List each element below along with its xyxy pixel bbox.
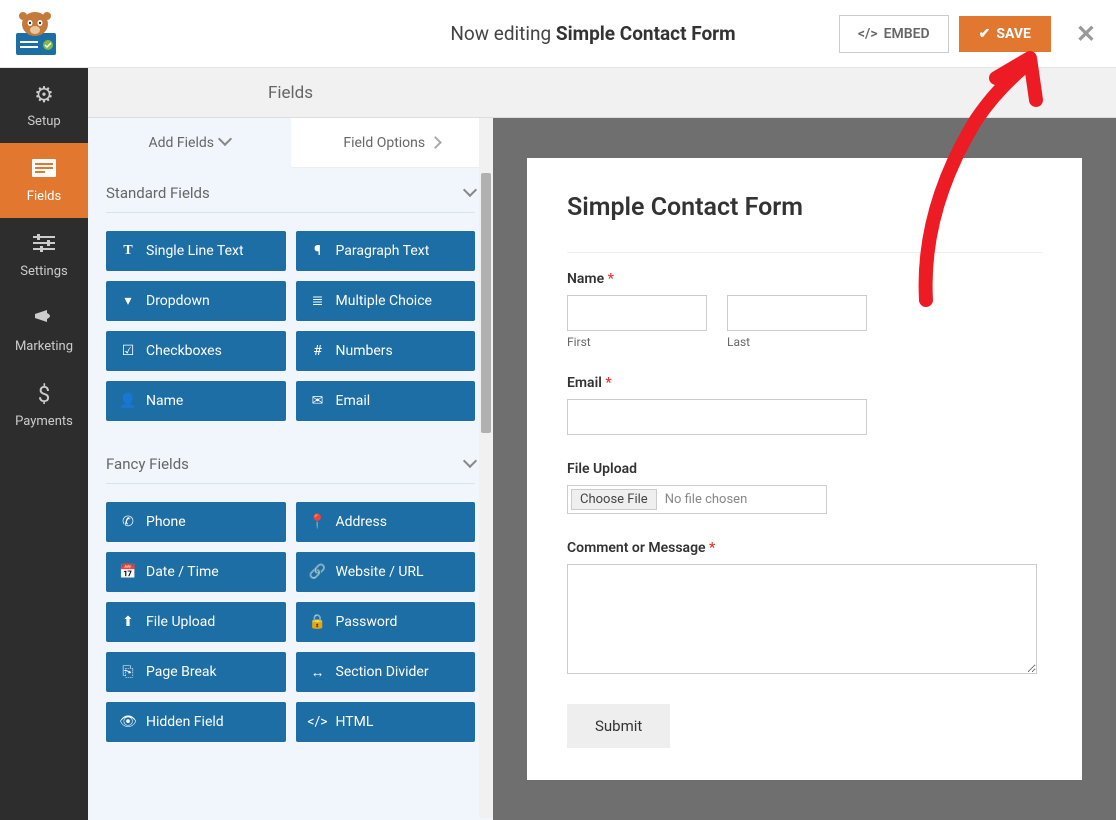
field-label: Email [336,393,371,409]
field-label: Dropdown [146,293,210,309]
field-label: Phone [146,514,186,530]
nav-marketing[interactable]: Marketing [0,293,88,368]
field-address[interactable]: 📍 Address [296,502,476,542]
choose-file-button[interactable]: Choose File [571,489,657,510]
text-icon: T [120,243,136,259]
pagebreak-icon: ⎘ [120,664,136,680]
gear-icon: ⚙ [34,83,54,108]
preview-header [493,68,1116,118]
comment-textarea[interactable] [567,564,1037,674]
nav-fields[interactable]: Fields [0,143,88,218]
field-label: Multiple Choice [336,293,432,309]
field-name[interactable]: 👤 Name [106,381,286,421]
numbers-icon: # [310,343,326,359]
field-checkboxes[interactable]: ☑ Checkboxes [106,331,286,371]
close-icon[interactable]: ✕ [1076,20,1096,48]
section-icon: ↔ [310,664,326,680]
panel-header: Fields [88,68,493,118]
field-email[interactable]: ✉ Email [296,381,476,421]
section-standard-fields[interactable]: Standard Fields [106,168,475,213]
field-dropdown[interactable]: ▾ Dropdown [106,281,286,321]
code-icon: </> [858,26,878,42]
field-label: Password [336,614,398,630]
field-page-break[interactable]: ⎘ Page Break [106,652,286,692]
multiple-choice-icon: ≣ [310,293,326,309]
field-label: Hidden Field [146,714,224,730]
email-label: Email * [567,375,1042,391]
html-icon: </> [310,714,326,730]
nav-payments[interactable]: $ Payments [0,368,88,443]
field-website-url[interactable]: 🔗 Website / URL [296,552,476,592]
check-icon: ✔ [979,26,991,42]
chevron-right-icon [431,135,440,151]
field-phone[interactable]: ✆ Phone [106,502,286,542]
field-label: Website / URL [336,564,424,580]
embed-button[interactable]: </> EMBED [839,15,949,53]
address-icon: 📍 [310,514,326,530]
bullhorn-icon [33,307,55,333]
tab-add-fields[interactable]: Add Fields [88,118,291,168]
field-file-upload[interactable]: ⬆ File Upload [106,602,286,642]
field-label: Section Divider [336,664,429,680]
section-fancy-fields[interactable]: Fancy Fields [106,439,475,484]
form-preview-area: Simple Contact Form Name * First Last [493,118,1116,820]
chevron-down-icon [465,184,475,202]
field-label: Page Break [146,664,217,680]
name-icon: 👤 [120,393,136,409]
name-label: Name * [567,271,1042,287]
field-label: HTML [336,714,374,730]
field-label: Checkboxes [146,343,222,359]
form-title: Simple Contact Form [567,193,1042,253]
nav-settings[interactable]: Settings [0,218,88,293]
no-file-text: No file chosen [665,492,748,507]
chevron-down-icon [220,134,230,151]
email-input[interactable] [567,399,867,435]
field-date-time[interactable]: 📅 Date / Time [106,552,286,592]
field-password[interactable]: 🔒 Password [296,602,476,642]
hidden-icon: 👁 [120,714,136,730]
left-nav: ⚙ Setup Fields Settings Marketing $ Paym… [0,68,88,820]
app-logo [0,0,70,68]
field-label: Numbers [336,343,393,359]
comment-label: Comment or Message * [567,540,1042,556]
field-label: Address [336,514,387,530]
save-button[interactable]: ✔ SAVE [959,16,1051,52]
tab-field-options[interactable]: Field Options [291,118,494,168]
field-label: Name [146,393,183,409]
last-name-input[interactable] [727,295,867,331]
form-icon [32,158,56,183]
field-multiple-choice[interactable]: ≣ Multiple Choice [296,281,476,321]
phone-icon: ✆ [120,514,136,530]
first-sublabel: First [567,335,707,349]
dollar-icon: $ [38,383,50,408]
scrollbar-track[interactable] [479,118,493,818]
field-numbers[interactable]: # Numbers [296,331,476,371]
sliders-icon [33,233,55,258]
last-sublabel: Last [727,335,867,349]
dropdown-icon: ▾ [120,293,136,309]
field-paragraph-text[interactable]: ¶ Paragraph Text [296,231,476,271]
email-icon: ✉ [310,393,326,409]
upload-icon: ⬆ [120,614,136,630]
submit-button[interactable]: Submit [567,704,670,748]
password-icon: 🔒 [310,614,326,630]
paragraph-icon: ¶ [310,243,326,259]
checkboxes-icon: ☑ [120,343,136,359]
nav-setup[interactable]: ⚙ Setup [0,68,88,143]
file-input[interactable]: Choose File No file chosen [567,485,827,514]
chevron-down-icon [465,455,475,473]
field-label: Paragraph Text [336,243,430,259]
date-icon: 📅 [120,564,136,580]
scrollbar-thumb[interactable] [481,173,491,433]
field-single-line-text[interactable]: T Single Line Text [106,231,286,271]
field-label: Date / Time [146,564,219,580]
field-section-divider[interactable]: ↔ Section Divider [296,652,476,692]
first-name-input[interactable] [567,295,707,331]
field-html[interactable]: </> HTML [296,702,476,742]
field-label: Single Line Text [146,243,244,259]
file-upload-label: File Upload [567,461,1042,477]
field-hidden-field[interactable]: 👁 Hidden Field [106,702,286,742]
url-icon: 🔗 [310,564,326,580]
field-label: File Upload [146,614,215,630]
